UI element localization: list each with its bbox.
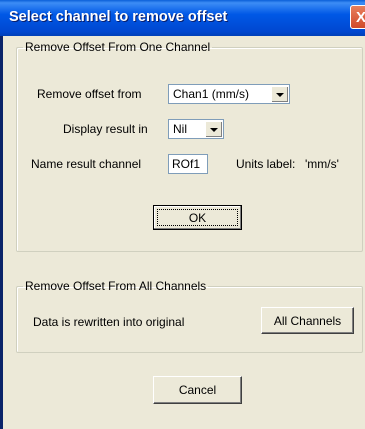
dropdown-arrow-button[interactable] (205, 121, 222, 137)
dialog-window: Select channel to remove offset X Remove… (0, 0, 365, 429)
all-channels-button[interactable]: All Channels (261, 307, 354, 334)
one-channel-legend: Remove Offset From One Channel (25, 40, 211, 54)
ok-button[interactable]: OK (153, 205, 242, 230)
display-result-select[interactable]: Nil (168, 119, 224, 139)
dialog-title: Select channel to remove offset (9, 9, 228, 25)
remove-offset-label: Remove offset from (37, 87, 142, 101)
dropdown-arrow-button[interactable] (271, 86, 288, 102)
display-result-label: Display result in (63, 122, 148, 136)
chevron-down-icon (210, 127, 218, 132)
units-label: Units label: (236, 157, 296, 171)
focus-rect (157, 209, 238, 226)
close-icon: X (355, 8, 365, 26)
display-result-value: Nil (173, 122, 187, 136)
cancel-button[interactable]: Cancel (153, 376, 242, 404)
name-result-field[interactable] (168, 154, 208, 174)
name-result-label: Name result channel (31, 157, 142, 171)
rewrite-description: Data is rewritten into original (33, 315, 185, 329)
close-button[interactable]: X (350, 5, 365, 29)
remove-offset-select[interactable]: Chan1 (mm/s) (168, 84, 290, 104)
remove-offset-value: Chan1 (mm/s) (173, 87, 250, 101)
units-value: 'mm/s' (305, 157, 339, 171)
all-channels-legend: Remove Offset From All Channels (25, 279, 207, 293)
name-result-input[interactable] (169, 155, 207, 173)
chevron-down-icon (276, 92, 284, 97)
cancel-button-label: Cancel (178, 383, 217, 397)
title-bar[interactable]: Select channel to remove offset X (0, 0, 365, 36)
all-channels-button-label: All Channels (273, 313, 342, 328)
